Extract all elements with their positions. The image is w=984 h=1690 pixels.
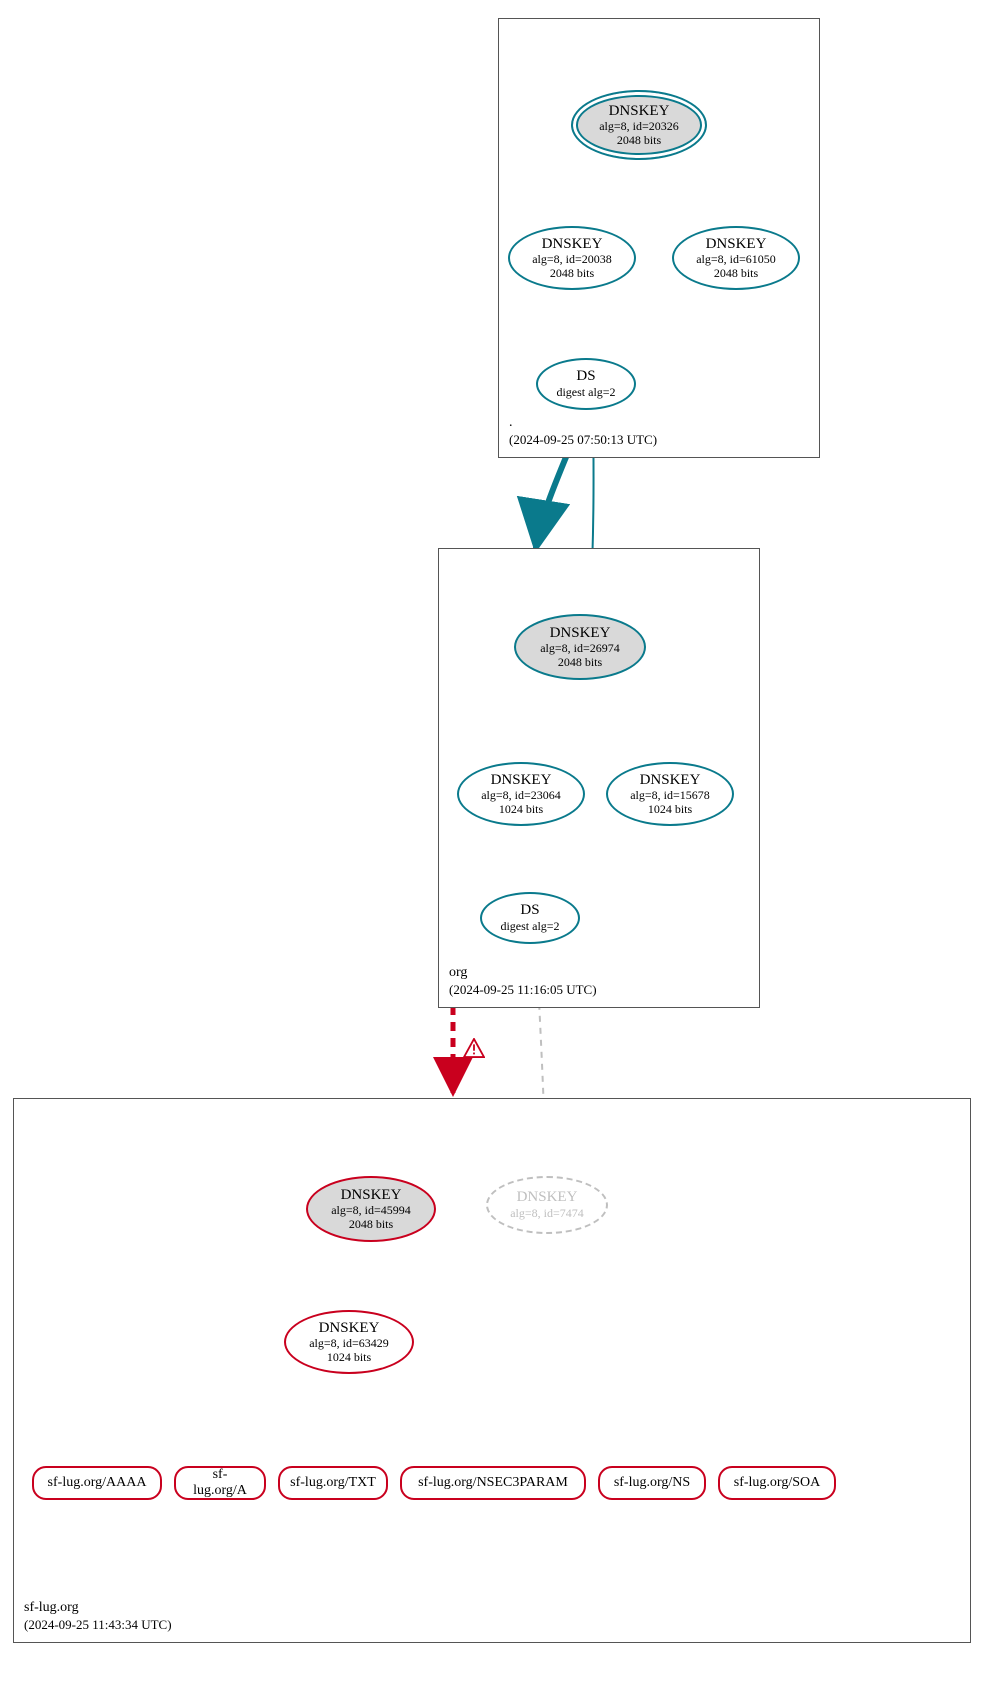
node-alg: digest alg=2 bbox=[556, 386, 615, 400]
node-root-zsk2: DNSKEY alg=8, id=61050 2048 bits bbox=[672, 226, 800, 290]
node-alg: alg=8, id=23064 bbox=[481, 789, 561, 803]
node-alg: alg=8, id=26974 bbox=[540, 642, 620, 656]
node-bits: 2048 bits bbox=[558, 656, 602, 670]
zone-root-label: . (2024-09-25 07:50:13 UTC) bbox=[509, 414, 657, 449]
node-alg: alg=8, id=20326 bbox=[599, 120, 679, 134]
zone-root-timestamp: (2024-09-25 07:50:13 UTC) bbox=[509, 432, 657, 449]
node-root-zsk1: DNSKEY alg=8, id=20038 2048 bits bbox=[508, 226, 636, 290]
node-root-ksk: DNSKEY alg=8, id=20326 2048 bits bbox=[571, 90, 707, 160]
node-alg: alg=8, id=7474 bbox=[510, 1207, 584, 1221]
rrset-label: sf-lug.org/NS bbox=[614, 1475, 690, 1491]
zone-leaf-label: sf-lug.org (2024-09-25 11:43:34 UTC) bbox=[24, 1599, 172, 1634]
node-title: DNSKEY bbox=[491, 772, 552, 789]
rrset-label: sf-lug.org/NSEC3PARAM bbox=[418, 1475, 568, 1491]
node-bits: 2048 bits bbox=[714, 267, 758, 281]
dnssec-graph: . (2024-09-25 07:50:13 UTC) DNSKEY alg=8… bbox=[8, 8, 976, 1678]
node-leaf-ksk: DNSKEY alg=8, id=45994 2048 bits bbox=[306, 1176, 436, 1242]
node-bits: 1024 bits bbox=[327, 1351, 371, 1365]
node-title: DNSKEY bbox=[542, 236, 603, 253]
node-alg: alg=8, id=45994 bbox=[331, 1204, 411, 1218]
node-bits: 1024 bits bbox=[499, 803, 543, 817]
node-alg: alg=8, id=63429 bbox=[309, 1337, 389, 1351]
node-alg: alg=8, id=20038 bbox=[532, 253, 612, 267]
rrset-txt: sf-lug.org/TXT bbox=[278, 1466, 388, 1500]
node-org-ds: DS digest alg=2 bbox=[480, 892, 580, 944]
node-bits: 2048 bits bbox=[349, 1218, 393, 1232]
node-title: DNSKEY bbox=[517, 1189, 578, 1206]
node-title: DNSKEY bbox=[341, 1187, 402, 1204]
zone-org-timestamp: (2024-09-25 11:16:05 UTC) bbox=[449, 982, 597, 999]
node-root-ds: DS digest alg=2 bbox=[536, 358, 636, 410]
rrset-ns: sf-lug.org/NS bbox=[598, 1466, 706, 1500]
node-title: DNSKEY bbox=[640, 772, 701, 789]
node-leaf-zsk: DNSKEY alg=8, id=63429 1024 bits bbox=[284, 1310, 414, 1374]
node-title: DNSKEY bbox=[706, 236, 767, 253]
rrset-a: sf-lug.org/A bbox=[174, 1466, 266, 1500]
node-org-zsk1: DNSKEY alg=8, id=23064 1024 bits bbox=[457, 762, 585, 826]
zone-leaf: sf-lug.org (2024-09-25 11:43:34 UTC) bbox=[13, 1098, 971, 1643]
node-alg: alg=8, id=61050 bbox=[696, 253, 776, 267]
node-title: DS bbox=[520, 902, 539, 919]
node-title: DS bbox=[576, 368, 595, 385]
node-leaf-missing-dnskey: DNSKEY alg=8, id=7474 bbox=[486, 1176, 608, 1234]
node-bits: 1024 bits bbox=[648, 803, 692, 817]
node-title: DNSKEY bbox=[550, 625, 611, 642]
rrset-label: sf-lug.org/SOA bbox=[734, 1475, 820, 1491]
node-alg: alg=8, id=15678 bbox=[630, 789, 710, 803]
rrset-label: sf-lug.org/TXT bbox=[290, 1475, 376, 1491]
rrset-soa: sf-lug.org/SOA bbox=[718, 1466, 836, 1500]
node-title: DNSKEY bbox=[609, 103, 670, 120]
node-org-ksk: DNSKEY alg=8, id=26974 2048 bits bbox=[514, 614, 646, 680]
node-bits: 2048 bits bbox=[550, 267, 594, 281]
node-alg: digest alg=2 bbox=[500, 920, 559, 934]
zone-root-name: . bbox=[509, 414, 657, 432]
node-title: DNSKEY bbox=[319, 1320, 380, 1337]
rrset-aaaa: sf-lug.org/AAAA bbox=[32, 1466, 162, 1500]
warning-icon bbox=[463, 1038, 485, 1058]
node-bits: 2048 bits bbox=[617, 134, 661, 148]
rrset-label: sf-lug.org/AAAA bbox=[48, 1475, 147, 1491]
node-org-zsk2: DNSKEY alg=8, id=15678 1024 bits bbox=[606, 762, 734, 826]
zone-org-label: org (2024-09-25 11:16:05 UTC) bbox=[449, 964, 597, 999]
rrset-nsec3param: sf-lug.org/NSEC3PARAM bbox=[400, 1466, 586, 1500]
zone-org-name: org bbox=[449, 964, 597, 982]
rrset-label: sf-lug.org/A bbox=[186, 1467, 254, 1499]
zone-leaf-name: sf-lug.org bbox=[24, 1599, 172, 1617]
zone-leaf-timestamp: (2024-09-25 11:43:34 UTC) bbox=[24, 1617, 172, 1634]
